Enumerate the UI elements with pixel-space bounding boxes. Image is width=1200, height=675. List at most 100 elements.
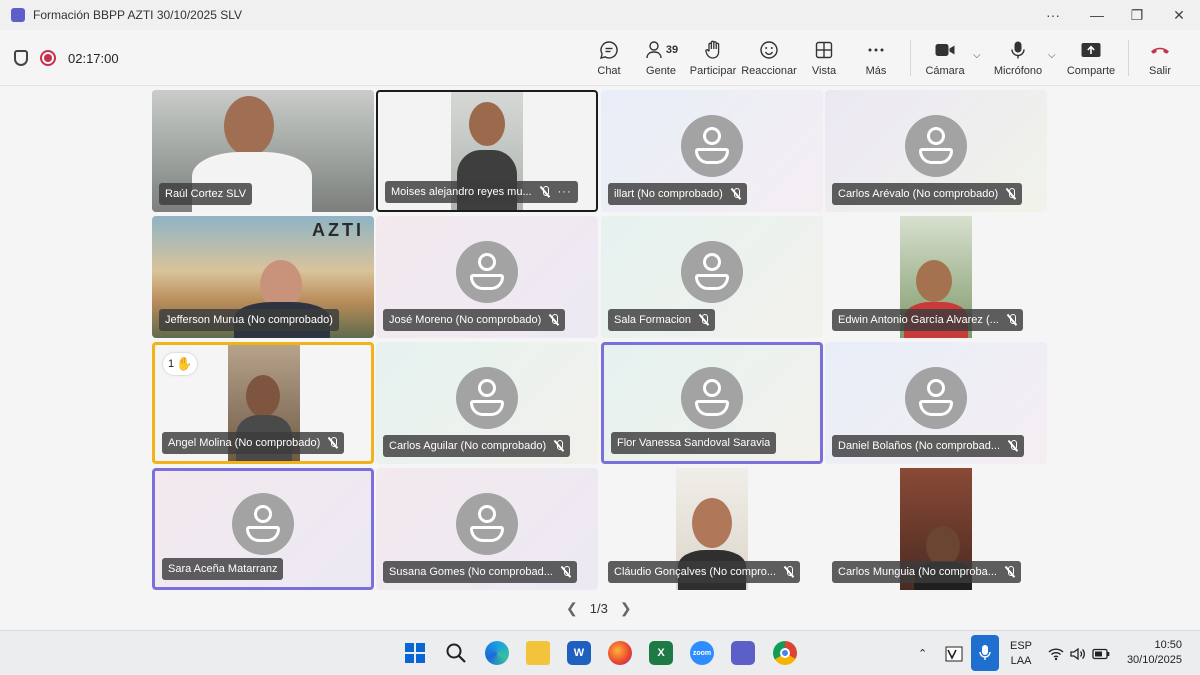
shield-icon[interactable] xyxy=(14,50,28,66)
participant-face xyxy=(246,375,280,417)
keyboard-layout: LAA xyxy=(1010,655,1032,667)
page-indicator: 1/3 xyxy=(589,601,608,616)
participant-tile[interactable]: Sara Aceña Matarranz xyxy=(152,468,374,590)
participant-name: Sara Aceña Matarranz xyxy=(168,563,278,575)
people-count: 39 xyxy=(665,43,679,56)
teams-icon[interactable] xyxy=(731,641,755,665)
participant-name-tag: illart (No comprobado) xyxy=(608,183,747,205)
people-button[interactable]: 39 Gente xyxy=(642,38,680,82)
participant-tile[interactable]: Cláudio Gonçalves (No compro... xyxy=(601,468,823,590)
participant-tile[interactable]: Daniel Bolaños (No comprobad... xyxy=(825,342,1047,464)
people-label: Gente xyxy=(646,65,676,77)
meeting-status: 02:17:00 xyxy=(14,30,119,86)
search-icon[interactable] xyxy=(444,641,468,665)
microphone-options-chevron-icon[interactable]: ⌵ xyxy=(1048,50,1056,61)
grid-view-icon xyxy=(814,38,834,62)
share-label: Comparte xyxy=(1066,65,1116,77)
more-button[interactable]: Más xyxy=(862,38,890,82)
mic-off-icon xyxy=(328,437,338,449)
microphone-button[interactable]: Micrófono xyxy=(992,38,1044,82)
raise-hand-icon xyxy=(703,38,723,62)
input-language[interactable]: ESP LAA xyxy=(1010,639,1032,669)
participant-tile[interactable]: Susana Gomes (No comprobad... xyxy=(376,468,598,590)
more-options-icon[interactable]: ··· xyxy=(558,181,572,203)
share-button[interactable]: Comparte xyxy=(1066,38,1116,82)
participant-tile[interactable]: José Moreno (No comprobado) xyxy=(376,216,598,338)
participant-tile[interactable]: Flor Vanessa Sandoval Saravia xyxy=(601,342,823,464)
participant-name: Daniel Bolaños (No comprobad... xyxy=(838,440,1001,452)
participant-tile[interactable]: Carlos Munguia (No comproba... xyxy=(825,468,1047,590)
leave-label: Salir xyxy=(1148,65,1171,77)
avatar-placeholder-icon xyxy=(456,367,518,429)
mic-off-icon xyxy=(1006,188,1016,200)
participant-tile[interactable]: Edwin Antonio García Alvarez (... xyxy=(825,216,1047,338)
participant-tile[interactable]: Carlos Arévalo (No comprobado) xyxy=(825,90,1047,212)
window-more-button[interactable]: ··· xyxy=(1032,0,1074,30)
participant-name-tag: Edwin Antonio García Alvarez (... xyxy=(832,309,1023,331)
leave-button[interactable]: Salir xyxy=(1144,38,1176,82)
camera-button[interactable]: Cámara xyxy=(924,38,966,82)
react-button[interactable]: Reaccionar xyxy=(741,38,797,82)
participant-name-tag: José Moreno (No comprobado) xyxy=(383,309,566,331)
zoom-icon[interactable]: zoom xyxy=(690,641,714,665)
next-page-chevron-icon[interactable]: ❯ xyxy=(620,600,632,617)
gallery-pager: ❮ 1/3 ❯ xyxy=(566,600,632,617)
window-minimize-button[interactable]: — xyxy=(1076,0,1118,30)
mic-off-icon xyxy=(699,314,709,326)
participant-tile[interactable]: 1 ✋ Angel Molina (No comprobado) xyxy=(152,342,374,464)
file-explorer-icon[interactable] xyxy=(526,641,550,665)
participant-name: Edwin Antonio García Alvarez (... xyxy=(838,314,999,326)
avatar-placeholder-icon xyxy=(681,367,743,429)
window-maximize-button[interactable]: ❐ xyxy=(1116,0,1158,30)
avatar-placeholder-icon xyxy=(232,493,294,555)
wifi-icon[interactable] xyxy=(1048,631,1064,675)
participant-tile[interactable]: AZTI Jefferson Murua (No comprobado) xyxy=(152,216,374,338)
camera-options-chevron-icon[interactable]: ⌵ xyxy=(973,50,981,61)
raised-hand-badge: 1 ✋ xyxy=(163,353,198,375)
windows-start-icon[interactable] xyxy=(403,641,427,665)
word-icon[interactable]: W xyxy=(567,641,591,665)
participant-name: Angel Molina (No comprobado) xyxy=(168,437,321,449)
participant-tile[interactable]: Sala Formacion xyxy=(601,216,823,338)
avatar-placeholder-icon xyxy=(905,367,967,429)
window-close-button[interactable]: ✕ xyxy=(1158,0,1200,30)
participant-tile[interactable]: Raúl Cortez SLV xyxy=(152,90,374,212)
firefox-icon[interactable] xyxy=(608,641,632,665)
window-title: Formación BBPP AZTI 30/10/2025 SLV xyxy=(33,8,243,22)
toolbar-divider xyxy=(910,40,911,76)
recording-icon xyxy=(40,50,56,66)
tray-app-icon[interactable] xyxy=(945,631,963,675)
edge-browser-icon[interactable] xyxy=(485,641,509,665)
mic-off-icon xyxy=(784,566,794,578)
participant-name: Moises alejandro reyes mu... xyxy=(391,186,532,198)
microphone-icon xyxy=(1008,38,1028,62)
participant-name: Jefferson Murua (No comprobado) xyxy=(165,314,333,326)
chat-button[interactable]: Chat xyxy=(594,38,624,82)
participant-name: Flor Vanessa Sandoval Saravia xyxy=(617,437,771,449)
volume-icon[interactable] xyxy=(1070,631,1086,675)
participant-name-tag: Jefferson Murua (No comprobado) xyxy=(159,309,339,331)
participant-face xyxy=(926,526,960,566)
participant-name: Carlos Aguilar (No comprobado) xyxy=(389,440,547,452)
participant-name-tag: Carlos Aguilar (No comprobado) xyxy=(383,435,571,457)
excel-icon[interactable]: X xyxy=(649,641,673,665)
participant-face xyxy=(469,102,505,146)
tray-overflow-chevron-icon[interactable]: ⌃ xyxy=(918,631,927,675)
window-titlebar: Formación BBPP AZTI 30/10/2025 SLV ··· —… xyxy=(0,0,1200,30)
more-icon xyxy=(866,38,886,62)
mic-off-icon xyxy=(561,566,571,578)
raise-hand-button[interactable]: Participar xyxy=(690,38,736,82)
chrome-icon[interactable] xyxy=(773,641,797,665)
participant-name: Carlos Arévalo (No comprobado) xyxy=(838,188,999,200)
participant-tile[interactable]: Moises alejandro reyes mu... ··· xyxy=(376,90,598,212)
view-button[interactable]: Vista xyxy=(808,38,840,82)
tray-microphone-icon[interactable] xyxy=(971,635,999,671)
previous-page-chevron-icon[interactable]: ❮ xyxy=(566,600,578,617)
clock-time: 10:50 xyxy=(1154,639,1182,651)
participant-name-tag: Susana Gomes (No comprobad... xyxy=(383,561,577,583)
participant-tile[interactable]: illart (No comprobado) xyxy=(601,90,823,212)
system-clock[interactable]: 10:50 30/10/2025 xyxy=(1127,638,1182,668)
avatar-placeholder-icon xyxy=(905,115,967,177)
battery-icon[interactable] xyxy=(1092,631,1110,675)
participant-tile[interactable]: Carlos Aguilar (No comprobado) xyxy=(376,342,598,464)
